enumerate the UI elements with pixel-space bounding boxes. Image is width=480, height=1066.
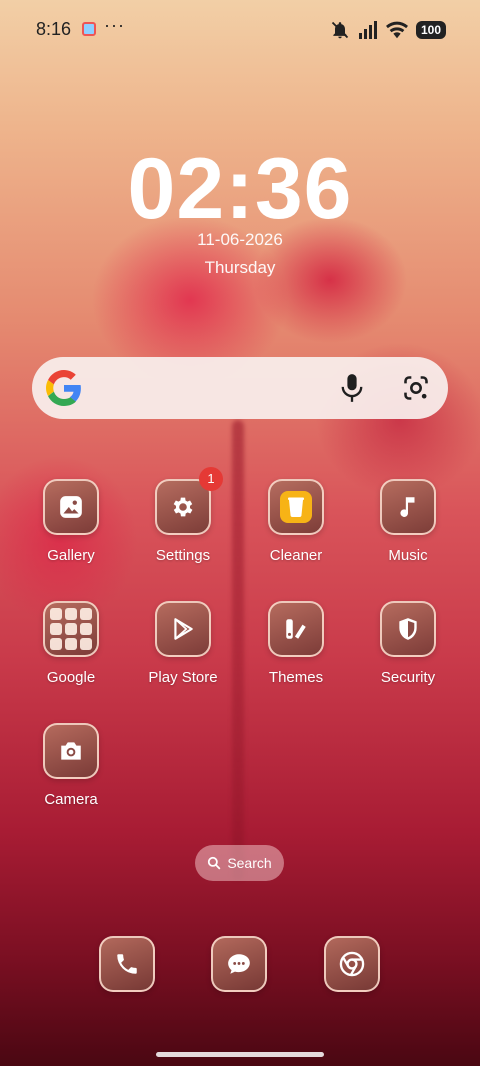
muted-icon <box>331 21 349 39</box>
app-themes[interactable]: Themes <box>246 601 346 686</box>
clock-time[interactable]: 02:36 <box>0 140 480 239</box>
app-notification-icon <box>82 22 96 36</box>
messages-icon <box>211 936 267 992</box>
app-settings[interactable]: 1 Settings <box>133 467 233 564</box>
phone-icon <box>99 936 155 992</box>
google-search-bar[interactable] <box>32 357 448 419</box>
camera-icon <box>43 723 99 779</box>
app-label: Security <box>380 669 436 686</box>
app-cleaner[interactable]: Cleaner <box>246 479 346 564</box>
gesture-navigation-bar[interactable] <box>156 1052 324 1057</box>
music-note-icon <box>380 479 436 535</box>
wallpaper-stem <box>232 420 244 880</box>
app-label: Themes <box>268 669 324 686</box>
microphone-icon[interactable] <box>338 373 366 403</box>
gallery-icon <box>43 479 99 535</box>
folder-icon <box>43 601 99 657</box>
app-search-button[interactable]: Search <box>195 845 284 881</box>
dock-chrome[interactable] <box>302 936 402 992</box>
dock-messages[interactable] <box>189 936 289 992</box>
status-bar: 8:16 ··· 100 <box>0 0 480 60</box>
app-music[interactable]: Music <box>358 479 458 564</box>
status-icons: 100 <box>330 19 446 41</box>
chrome-icon <box>324 936 380 992</box>
app-search-label: Search <box>227 855 272 871</box>
app-folder-google[interactable]: Google <box>21 601 121 686</box>
more-notifications-icon: ··· <box>104 15 125 35</box>
notification-badge: 1 <box>199 467 223 491</box>
status-time: 8:16 <box>36 19 72 39</box>
app-label: Cleaner <box>269 547 323 564</box>
app-security[interactable]: Security <box>358 601 458 686</box>
themes-icon <box>268 601 324 657</box>
shield-icon <box>380 601 436 657</box>
trash-icon <box>268 479 324 535</box>
battery-icon: 100 <box>415 21 446 39</box>
google-logo-icon <box>46 370 81 406</box>
search-icon <box>208 856 221 870</box>
app-gallery[interactable]: Gallery <box>21 479 121 564</box>
app-camera[interactable]: Camera <box>21 723 121 808</box>
app-label: Camera <box>44 791 98 808</box>
play-store-icon <box>155 601 211 657</box>
gear-icon: 1 <box>155 467 223 535</box>
app-label: Google <box>46 669 96 686</box>
clock-date: 11-06-2026 <box>197 230 283 249</box>
app-label: Settings <box>155 547 211 564</box>
app-label: Music <box>388 547 428 564</box>
app-label: Play Store <box>148 669 218 686</box>
google-lens-icon[interactable] <box>402 374 430 402</box>
clock-weekday: Thursday <box>204 258 276 277</box>
signal-icon <box>358 21 377 39</box>
app-label: Gallery <box>47 547 95 564</box>
dock-phone[interactable] <box>77 936 177 992</box>
app-play-store[interactable]: Play Store <box>133 601 233 686</box>
wifi-icon <box>385 21 408 39</box>
